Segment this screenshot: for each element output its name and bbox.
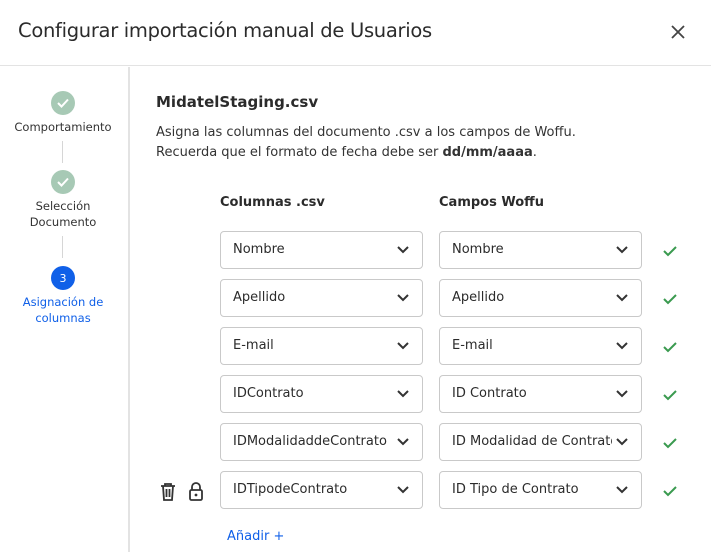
lock-icon[interactable]: [186, 480, 206, 502]
check-icon: [663, 438, 677, 449]
chevron-down-icon: [616, 390, 628, 398]
description-line1: Asigna las columnas del documento .csv a…: [156, 125, 576, 140]
chevron-down-icon: [616, 294, 628, 302]
close-icon[interactable]: [666, 20, 690, 44]
woffu-field-select[interactable]: Nombre: [439, 231, 642, 269]
csv-column-select[interactable]: Nombre: [220, 231, 423, 269]
description-line2: Recuerda que el formato de fecha debe se…: [156, 145, 537, 160]
csv-column-select[interactable]: IDContrato: [220, 375, 423, 413]
step-3-number: 3: [51, 266, 75, 290]
check-icon: [663, 342, 677, 353]
chevron-down-icon: [616, 342, 628, 350]
step-1-check-icon: [51, 91, 75, 115]
add-row-link[interactable]: Añadir +: [227, 529, 284, 544]
chevron-down-icon: [397, 390, 409, 398]
chevron-down-icon: [616, 246, 628, 254]
step-connector: [62, 236, 63, 258]
step-3-label-line1: Asignación de: [22, 295, 104, 309]
csv-column-select[interactable]: IDTipodeContrato: [220, 471, 423, 509]
description: Asigna las columnas del documento .csv a…: [156, 123, 576, 163]
csv-column-select[interactable]: Apellido: [220, 279, 423, 317]
woffu-field-select[interactable]: ID Modalidad de Contrato: [439, 423, 642, 461]
check-icon: [663, 390, 677, 401]
chevron-down-icon: [397, 486, 409, 494]
steps-sidebar: Comportamiento Selección Documento 3 Asi…: [0, 67, 130, 552]
dialog-title: Configurar importación manual de Usuario…: [18, 19, 432, 42]
step-3-label-line2: columnas: [35, 311, 91, 325]
dialog-header: Configurar importación manual de Usuario…: [0, 0, 711, 66]
step-connector: [62, 141, 63, 163]
chevron-down-icon: [397, 294, 409, 302]
woffu-field-select[interactable]: E-mail: [439, 327, 642, 365]
chevron-down-icon: [616, 438, 628, 446]
woffu-field-select[interactable]: ID Contrato: [439, 375, 642, 413]
check-icon: [663, 294, 677, 305]
woffu-field-select[interactable]: Apellido: [439, 279, 642, 317]
step-2-check-icon: [51, 170, 75, 194]
step-2-label-line1: Selección: [35, 199, 91, 213]
csv-column-select[interactable]: E-mail: [220, 327, 423, 365]
chevron-down-icon: [397, 438, 409, 446]
woffu-field-select[interactable]: ID Tipo de Contrato: [439, 471, 642, 509]
check-icon: [663, 246, 677, 257]
csv-columns-header: Columnas .csv: [220, 195, 325, 210]
step-1-label: Comportamiento: [14, 120, 112, 134]
chevron-down-icon: [616, 486, 628, 494]
chevron-down-icon: [397, 246, 409, 254]
csv-column-select[interactable]: IDModalidaddeContrato: [220, 423, 423, 461]
trash-icon[interactable]: [158, 481, 178, 503]
file-name: MidatelStaging.csv: [156, 93, 319, 111]
date-format: dd/mm/aaaa: [442, 145, 533, 160]
woffu-fields-header: Campos Woffu: [439, 195, 544, 210]
step-2-label-line2: Documento: [29, 215, 97, 229]
chevron-down-icon: [397, 342, 409, 350]
check-icon: [663, 486, 677, 497]
main-content: MidatelStaging.csv Asigna las columnas d…: [132, 67, 711, 552]
